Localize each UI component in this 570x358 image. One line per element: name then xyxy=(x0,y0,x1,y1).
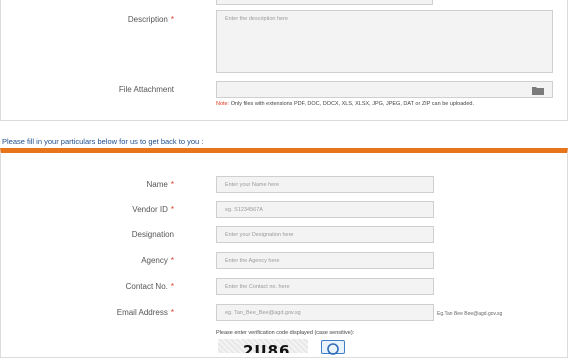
description-textarea[interactable]: Enter the description here xyxy=(216,10,553,73)
captcha-text: 2U86 xyxy=(243,342,291,353)
file-attachment-label: File Attachment xyxy=(118,85,174,94)
captcha-image: 2U86 xyxy=(218,339,308,353)
verification-instruction: Please enter verification code displayed… xyxy=(216,330,355,336)
agency-input[interactable]: Enter the Agency here xyxy=(216,252,434,269)
particulars-heading: Please fill in your particulars below fo… xyxy=(2,137,204,146)
refresh-captcha-button[interactable] xyxy=(321,340,345,355)
refresh-icon xyxy=(327,343,339,355)
email-label: Email Address * xyxy=(116,308,174,317)
agency-label: Agency * xyxy=(141,256,174,265)
email-input[interactable]: eg. Tan_Bee_Bee@agd.gov.sg xyxy=(216,304,434,321)
folder-icon[interactable] xyxy=(532,86,544,95)
designation-input[interactable]: Enter your Designation here xyxy=(216,226,434,243)
contact-label: Contact No. * xyxy=(125,282,174,291)
vendor-id-input[interactable]: eg. S1234567A xyxy=(216,201,434,218)
designation-label: Designation xyxy=(131,230,174,239)
vendor-id-label: Vendor ID * xyxy=(132,205,174,214)
email-hint: Eg.Tan Bee Bee@agd.gov.sg xyxy=(437,311,503,317)
previous-field-bottom xyxy=(216,0,433,5)
name-input[interactable]: Enter your Name here xyxy=(216,176,434,193)
file-attachment-note: Note: Only files with extensions PDF, DO… xyxy=(216,101,475,107)
description-label: Description * xyxy=(127,15,174,24)
name-label: Name * xyxy=(146,180,174,189)
contact-input[interactable]: Enter the Contact no. here xyxy=(216,278,434,295)
file-attachment-input[interactable] xyxy=(216,81,553,98)
